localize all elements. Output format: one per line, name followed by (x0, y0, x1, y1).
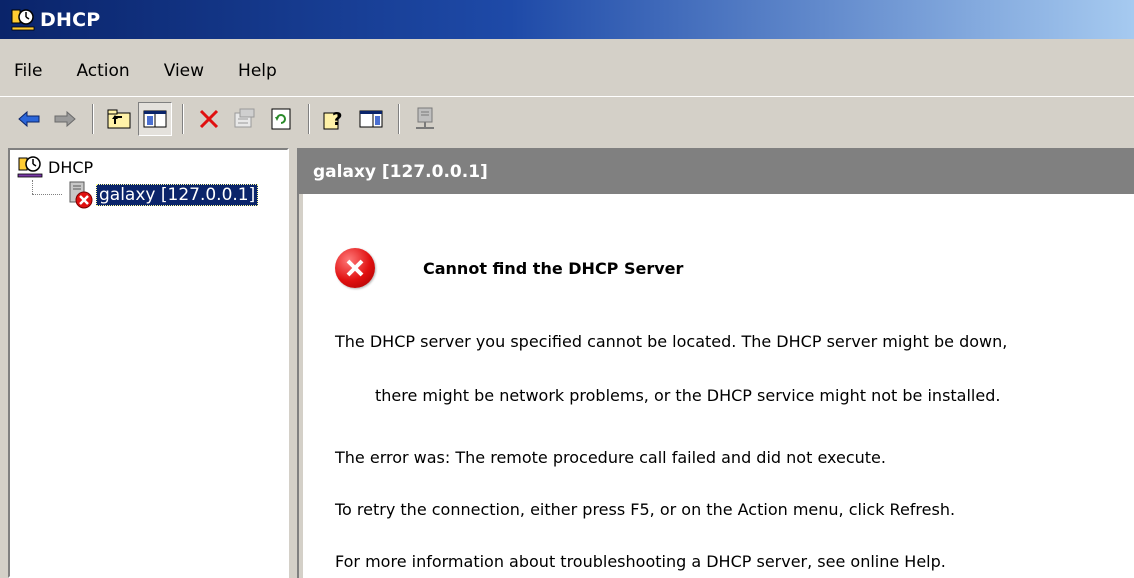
up-one-level-button[interactable] (102, 102, 136, 136)
toolbar-separator (92, 103, 94, 134)
show-hide-action-pane-button[interactable] (354, 102, 388, 136)
back-button[interactable] (12, 102, 46, 136)
error-detail: The error was: The remote procedure call… (335, 448, 886, 467)
back-arrow-icon (18, 110, 40, 127)
pane-splitter[interactable] (289, 148, 297, 578)
menu-file[interactable]: File (14, 61, 42, 81)
error-title: Cannot find the DHCP Server (423, 258, 684, 278)
title-bar: DHCP (0, 0, 1134, 39)
tree-node-galaxy[interactable]: galaxy [127.0.0.1] (66, 180, 259, 210)
delete-button[interactable] (192, 102, 226, 136)
menu-view[interactable]: View (164, 61, 204, 81)
result-pane: galaxy [127.0.0.1] Cannot find the DHCP … (297, 148, 1134, 578)
refresh-icon (271, 108, 291, 129)
retry-instructions: To retry the connection, either press F5… (335, 500, 956, 519)
refresh-button[interactable] (264, 102, 298, 136)
tree-connector (32, 194, 62, 195)
server-error-icon (69, 181, 93, 209)
window-title: DHCP (40, 8, 101, 31)
error-message-line: there might be network problems, or the … (375, 386, 1001, 405)
toolbar-separator (398, 103, 400, 134)
result-pane-inner-border (299, 194, 303, 578)
dhcp-app-icon (10, 7, 36, 33)
result-pane-header: galaxy [127.0.0.1] (299, 150, 1134, 194)
tree-node-galaxy-label: galaxy [127.0.0.1] (96, 184, 259, 206)
dhcp-node-icon (17, 156, 43, 178)
menu-action[interactable]: Action (76, 61, 129, 81)
toolbar-separator (182, 103, 184, 134)
menu-bar: File Action View Help (0, 53, 1134, 89)
toolbar-separator (308, 103, 310, 134)
help-button[interactable]: ? (318, 102, 352, 136)
tree-node-dhcp[interactable]: DHCP (16, 154, 93, 180)
help-icon: ? (323, 109, 342, 130)
toolbar: ? (0, 96, 1134, 140)
server-icon (416, 107, 434, 129)
error-heading: Cannot find the DHCP Server (335, 248, 683, 288)
show-hide-action-pane-icon (359, 110, 383, 127)
show-hide-console-tree-button[interactable] (138, 101, 172, 136)
help-hint: For more information about troubleshooti… (335, 552, 946, 571)
properties-icon (234, 108, 255, 127)
error-message-line: The DHCP server you specified cannot be … (335, 332, 1008, 351)
properties-button[interactable] (228, 102, 262, 136)
up-folder-icon (107, 109, 131, 128)
svg-text:?: ? (332, 109, 342, 130)
tree-connector (32, 180, 33, 194)
menu-help[interactable]: Help (238, 61, 277, 81)
show-hide-tree-icon (143, 110, 167, 127)
tree-node-dhcp-label: DHCP (48, 157, 94, 177)
error-icon (335, 248, 375, 288)
forward-arrow-icon (54, 110, 76, 127)
forward-button[interactable] (48, 102, 82, 136)
delete-icon (199, 109, 219, 128)
server-button[interactable] (408, 102, 442, 136)
console-tree-pane[interactable]: DHCP galaxy [127.0.0.1] (8, 148, 289, 578)
